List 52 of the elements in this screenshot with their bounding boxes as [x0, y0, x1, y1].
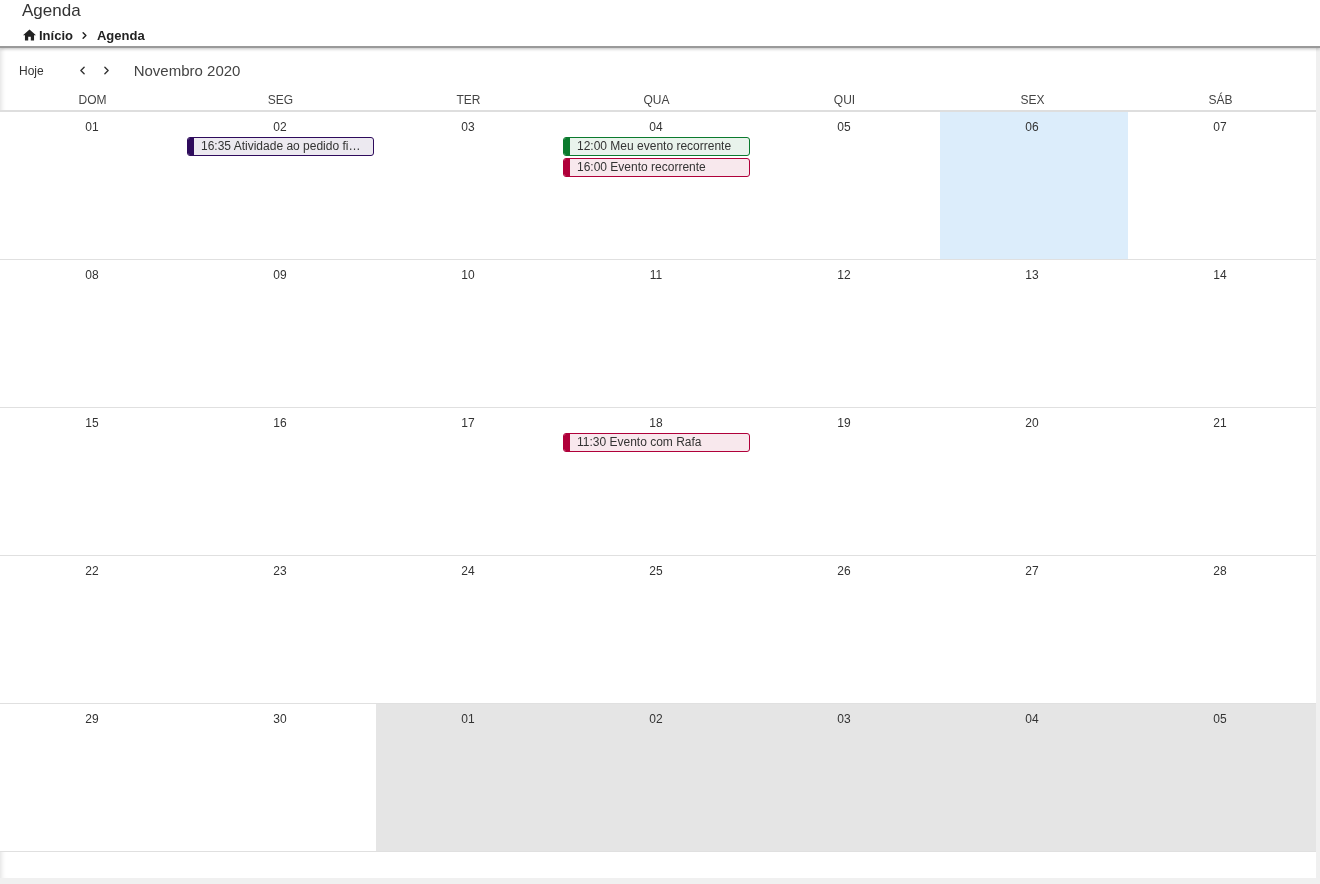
day-number: 18 — [649, 416, 663, 430]
day-number: 02 — [273, 120, 287, 134]
day-number: 12 — [837, 268, 851, 282]
day-number: 25 — [649, 564, 663, 578]
day-number: 24 — [461, 564, 475, 578]
day-number: 02 — [649, 712, 663, 726]
day-number: 10 — [461, 268, 475, 282]
home-icon — [23, 29, 36, 41]
breadcrumb-link[interactable]: Início — [23, 27, 73, 43]
page-title: Agenda — [22, 1, 81, 21]
month-title: Novembro 2020 — [133, 62, 241, 79]
day-number: 22 — [85, 564, 99, 578]
calendar-event[interactable]: 11:30 Evento com Rafa — [563, 433, 750, 452]
day-number: 20 — [1025, 416, 1039, 430]
day-number: 29 — [85, 712, 99, 726]
current-page-label: Agenda — [96, 27, 145, 43]
day-number: 16 — [273, 416, 287, 430]
day-number: 11 — [649, 268, 663, 282]
day-number: 14 — [1213, 268, 1227, 282]
day-number: 21 — [1213, 416, 1227, 430]
calendar-event[interactable]: 16:00 Evento recorrente — [563, 158, 750, 177]
day-number: 03 — [837, 712, 851, 726]
calendar-event[interactable]: 16:35 Atividade ao pedido fi… — [187, 137, 374, 156]
day-number: 17 — [461, 416, 475, 430]
day-number: 01 — [461, 712, 475, 726]
day-number: 28 — [1213, 564, 1227, 578]
day-number: 23 — [273, 564, 287, 578]
day-number: 13 — [1025, 268, 1039, 282]
day-number: 05 — [1213, 712, 1227, 726]
day-number: 03 — [461, 120, 475, 134]
day-number: 01 — [85, 120, 99, 134]
day-number: 30 — [273, 712, 287, 726]
day-number: 08 — [85, 268, 99, 282]
day-number: 04 — [649, 120, 663, 134]
today-button[interactable]: Hoje — [19, 63, 44, 78]
weekday-label: TER — [456, 92, 481, 107]
calendar-event[interactable]: 12:00 Meu evento recorrente — [563, 137, 750, 156]
weekday-label: SEG — [267, 92, 294, 107]
day-number: 07 — [1213, 120, 1227, 134]
day-number: 19 — [837, 416, 851, 430]
day-number: 27 — [1025, 564, 1039, 578]
day-number: 05 — [837, 120, 851, 134]
weekday-label: SEX — [1020, 92, 1045, 107]
day-number: 09 — [273, 268, 287, 282]
weekday-label: QUA — [643, 92, 670, 107]
day-number: 26 — [837, 564, 851, 578]
weekday-label: DOM — [78, 92, 107, 107]
weekday-label: QUI — [833, 92, 856, 107]
day-number: 06 — [1025, 120, 1039, 134]
day-number: 15 — [85, 416, 99, 430]
weekday-label: SÁB — [1208, 92, 1233, 107]
day-number: 04 — [1025, 712, 1039, 726]
